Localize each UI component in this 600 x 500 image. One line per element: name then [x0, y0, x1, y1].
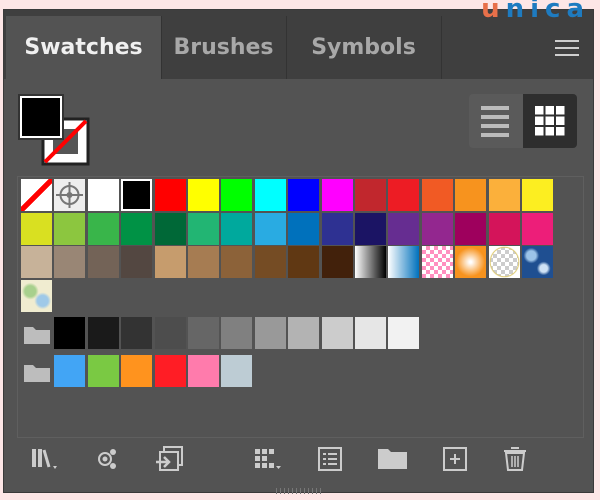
- swatch-1b1464[interactable]: [355, 212, 386, 245]
- swatch-a67c52[interactable]: [188, 246, 219, 279]
- swatch-00a99d[interactable]: [221, 212, 253, 245]
- delete-swatch-icon: [504, 447, 526, 471]
- color-group-folder-icon[interactable]: [23, 361, 51, 383]
- swatch-39b54a[interactable]: [87, 212, 119, 245]
- swatch-fbb03b[interactable]: [488, 179, 520, 211]
- group-swatch-ff931e[interactable]: [121, 355, 153, 387]
- fill-stroke-indicator[interactable]: [18, 94, 90, 166]
- swatch-009245[interactable]: [121, 212, 153, 245]
- swatch-2e3192[interactable]: [321, 212, 353, 245]
- group-swatch-f2f2f2[interactable]: [388, 317, 420, 349]
- place-swatches-button[interactable]: [92, 444, 126, 474]
- group-swatch-42a5f5[interactable]: [54, 355, 86, 387]
- swatch-42210b[interactable]: [321, 246, 353, 279]
- fill-stroke-icon: [18, 94, 90, 166]
- swatch-options-icon: [318, 447, 342, 471]
- swatch-c1272d[interactable]: [355, 179, 386, 211]
- tab-symbols[interactable]: Symbols: [286, 16, 442, 79]
- swatch-ffff00[interactable]: [188, 179, 219, 211]
- group-swatch-666666[interactable]: [188, 317, 219, 349]
- swatch-8c6239[interactable]: [221, 246, 253, 279]
- swatch-ed1e79[interactable]: [522, 212, 553, 245]
- swatch-0000ff[interactable]: [288, 179, 320, 211]
- swatch-f15a24[interactable]: [421, 179, 453, 211]
- tab-swatches[interactable]: Swatches: [6, 16, 162, 79]
- swatch-754c24[interactable]: [254, 246, 286, 279]
- group-swatch-e6e6e6[interactable]: [355, 317, 386, 349]
- swatch-736357[interactable]: [87, 246, 119, 279]
- swatch-gradient-bw[interactable]: [355, 246, 386, 279]
- swatch-ffffff[interactable]: [87, 179, 119, 211]
- list-view-icon: [481, 106, 509, 137]
- show-swatch-kinds-icon: [255, 449, 281, 469]
- swatch-pattern-blue-floral[interactable]: [522, 246, 553, 279]
- swatch-libraries-icon: [32, 449, 57, 469]
- swatch-pattern-transparent-ellipse[interactable]: [488, 246, 520, 279]
- swatch-29abe2[interactable]: [254, 212, 286, 245]
- swatch-d4145a[interactable]: [488, 212, 520, 245]
- swatch-ff0000[interactable]: [154, 179, 186, 211]
- swatch-options-button[interactable]: [314, 444, 348, 474]
- swatch-registration[interactable]: [54, 179, 86, 211]
- group-swatch-cccccc[interactable]: [321, 317, 353, 349]
- list-view-button[interactable]: [469, 94, 523, 148]
- group-swatch-ff1d25[interactable]: [154, 355, 186, 387]
- swatch-libraries-button[interactable]: [28, 444, 62, 474]
- place-swatches-icon: [98, 449, 116, 469]
- swatch-pattern-pink-checker[interactable]: [421, 246, 453, 279]
- group-swatch-999999[interactable]: [254, 317, 286, 349]
- swatch-d9e021[interactable]: [21, 212, 52, 245]
- group-swatch-808080[interactable]: [221, 317, 253, 349]
- swatch-000000[interactable]: [121, 179, 153, 211]
- swatch-603813[interactable]: [288, 246, 320, 279]
- swatch-ed1c24[interactable]: [388, 179, 420, 211]
- import-swatches-icon: [156, 446, 183, 471]
- swatches-panel: Swatches Brushes Symbols: [3, 9, 594, 494]
- swatch-00ffff[interactable]: [254, 179, 286, 211]
- import-swatches-button[interactable]: [154, 444, 188, 474]
- unica-logo: unica: [481, 0, 590, 24]
- group-swatch-ff7bac[interactable]: [188, 355, 219, 387]
- swatch-006837[interactable]: [154, 212, 186, 245]
- group-swatch-4d4d4d[interactable]: [154, 317, 186, 349]
- swatch-gradient-blue[interactable]: [388, 246, 420, 279]
- group-swatch-b3b3b3[interactable]: [288, 317, 320, 349]
- swatch-c69c6d[interactable]: [154, 246, 186, 279]
- show-swatch-kinds-button[interactable]: [250, 444, 284, 474]
- delete-swatch-button[interactable]: [498, 444, 532, 474]
- group-swatch-333333[interactable]: [121, 317, 153, 349]
- swatch-grid: [17, 176, 584, 438]
- color-group-folder-icon[interactable]: [23, 323, 51, 345]
- group-swatch-bdccd4[interactable]: [221, 355, 253, 387]
- swatch-8cc63f[interactable]: [54, 212, 86, 245]
- swatch-fcee21[interactable]: [522, 179, 553, 211]
- swatch-9e005d[interactable]: [455, 212, 487, 245]
- swatch-534741[interactable]: [121, 246, 153, 279]
- resize-grip[interactable]: [276, 488, 324, 494]
- group-swatch-7ac943[interactable]: [87, 355, 119, 387]
- swatch-00ff00[interactable]: [221, 179, 253, 211]
- panel-menu-icon[interactable]: [555, 40, 579, 61]
- new-swatch-button[interactable]: [438, 444, 472, 474]
- tab-brushes[interactable]: Brushes: [161, 16, 287, 79]
- swatch-c7b299[interactable]: [21, 246, 52, 279]
- swatch-22b573[interactable]: [188, 212, 219, 245]
- swatch-none[interactable]: [21, 179, 52, 211]
- swatch-93278f[interactable]: [421, 212, 453, 245]
- swatch-gradient-orange-radial[interactable]: [455, 246, 487, 279]
- swatch-0071bc[interactable]: [288, 212, 320, 245]
- new-color-group-icon: [378, 449, 407, 469]
- thumbnail-view-button[interactable]: [523, 94, 577, 148]
- new-color-group-button[interactable]: [376, 444, 410, 474]
- new-swatch-icon: [443, 447, 467, 471]
- swatch-998675[interactable]: [54, 246, 86, 279]
- grid-view-icon: [535, 106, 565, 136]
- swatch-662d91[interactable]: [388, 212, 420, 245]
- group-swatch-1a1a1a[interactable]: [87, 317, 119, 349]
- swatch-f7931e[interactable]: [455, 179, 487, 211]
- swatch-ff00ff[interactable]: [321, 179, 353, 211]
- group-swatch-000000[interactable]: [54, 317, 86, 349]
- swatch-pattern-pastel[interactable]: [21, 279, 52, 312]
